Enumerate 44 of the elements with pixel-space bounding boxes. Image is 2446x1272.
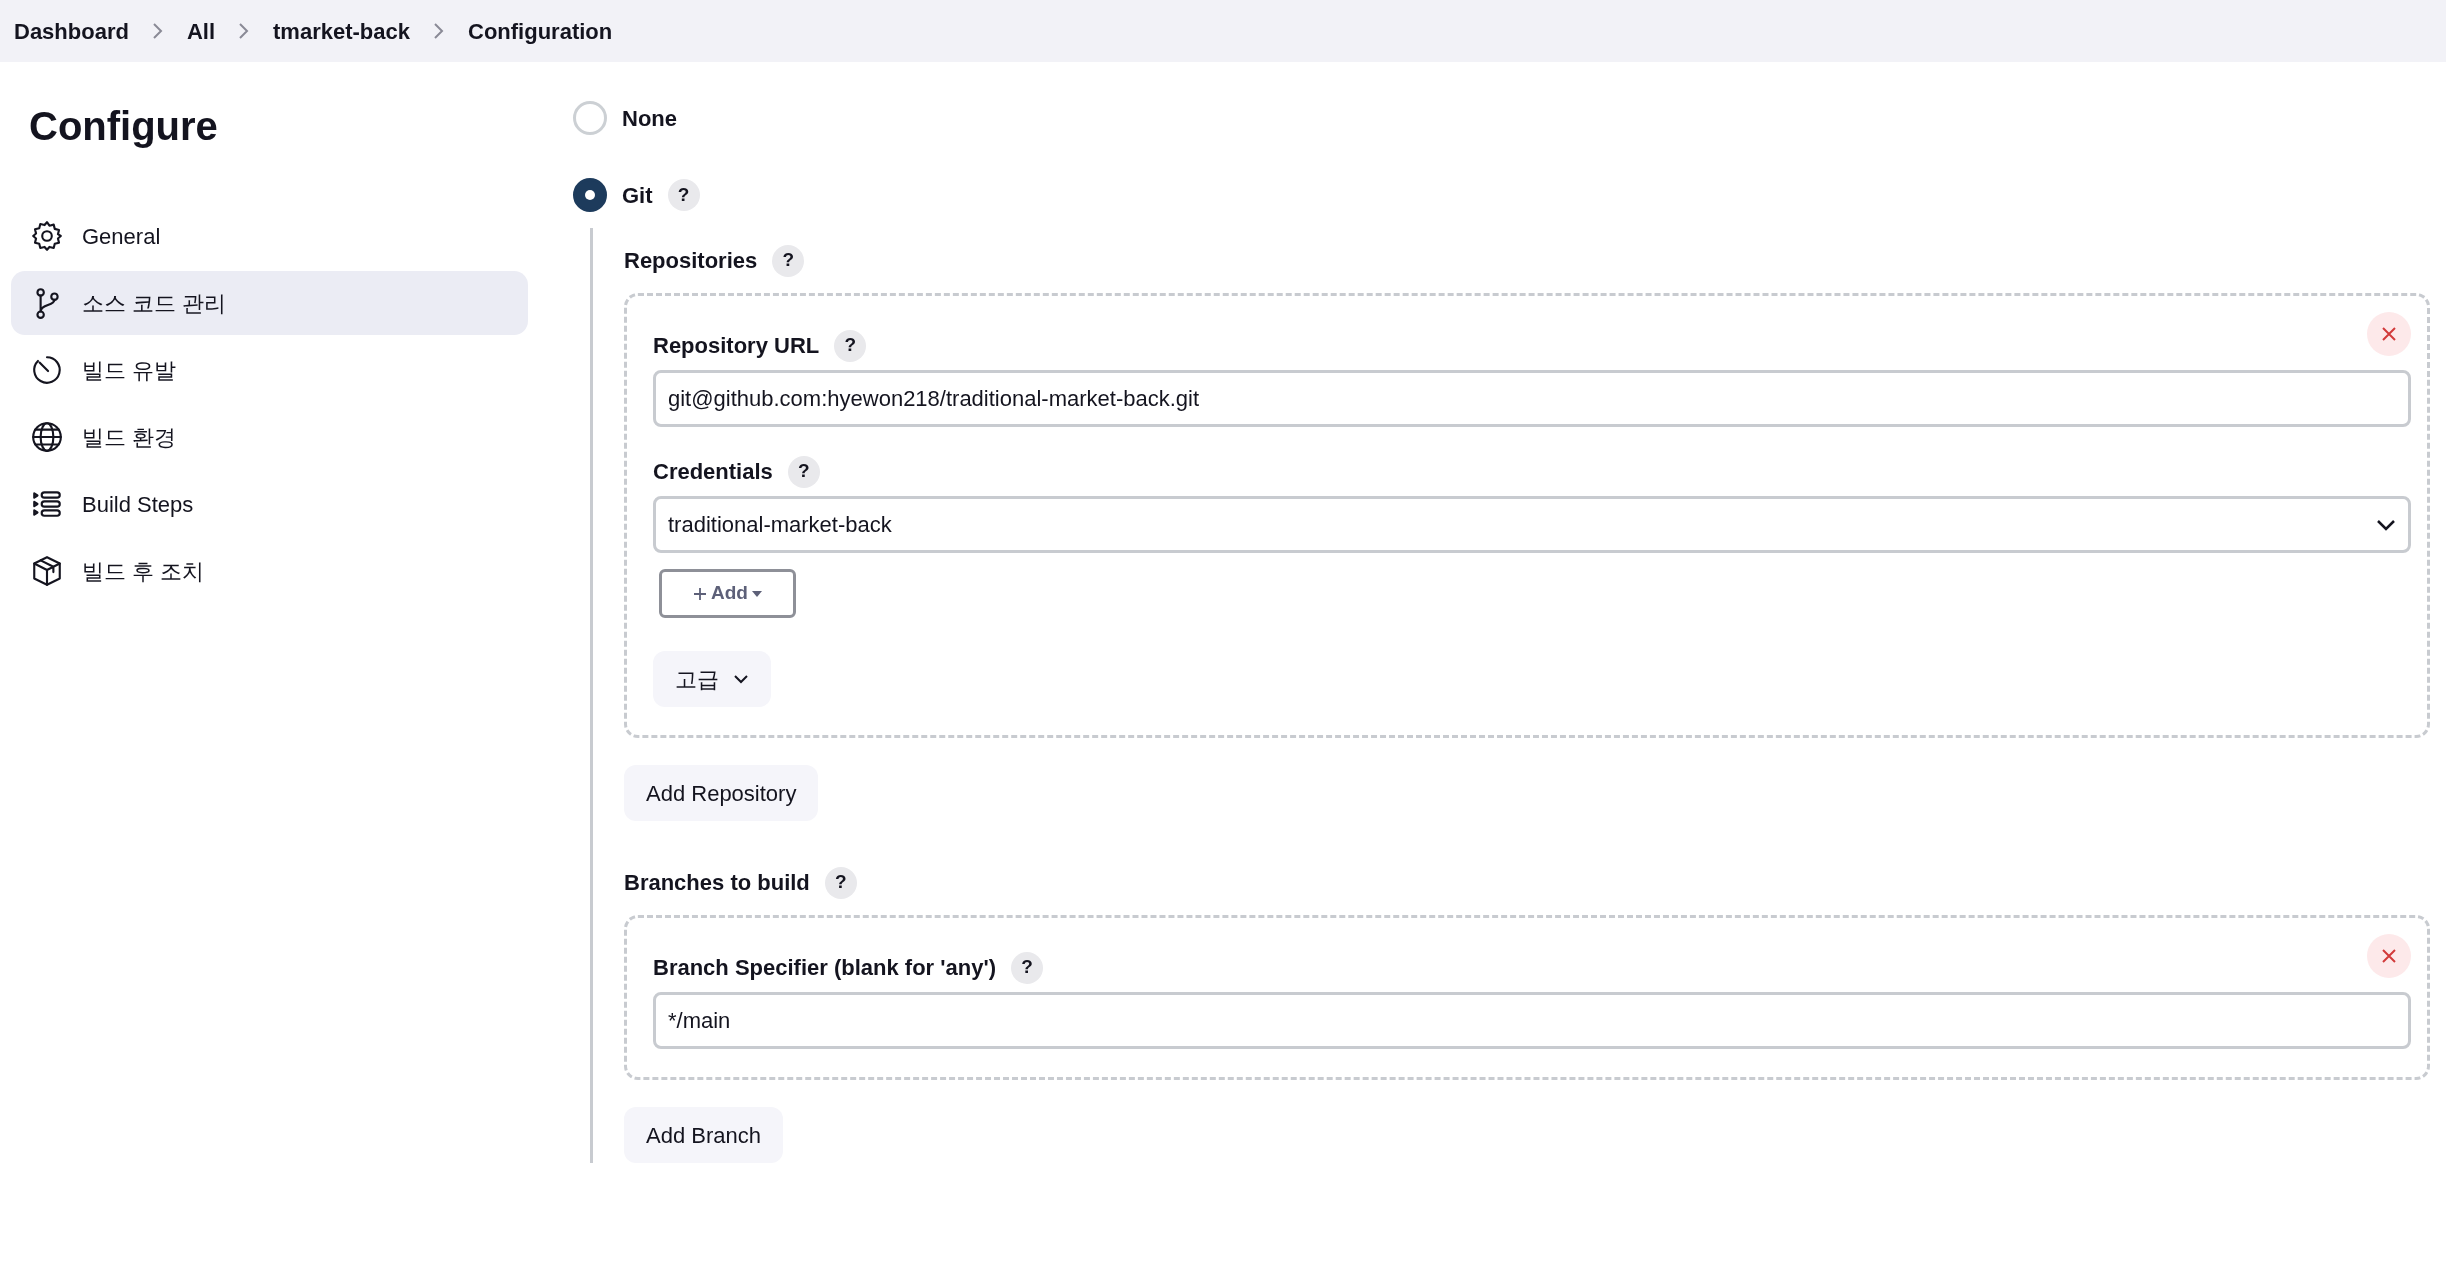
breadcrumb-link[interactable]: Dashboard [14,14,129,48]
close-icon [2381,326,2397,342]
section-label: Repositories [624,247,758,275]
help-button[interactable]: ? [787,455,820,488]
globe-icon [30,420,64,454]
branch-input-field[interactable]: */main [653,992,2411,1049]
sidebar-item[interactable]: General [11,204,528,268]
page-title: Configure [29,103,219,150]
timer-icon [30,353,64,387]
add-repository-button[interactable]: Add Repository [624,765,819,821]
sidebar-item[interactable]: 빌드 후 조치 [11,539,528,603]
delete-button[interactable] [2367,934,2411,978]
help-button[interactable]: ? [772,244,805,277]
delete-button[interactable] [2367,312,2411,356]
section-label: Branches to build [624,869,810,897]
url-input-field[interactable]: git@github.com:hyewon218/traditional-market-back.git [653,370,2411,427]
sidebar-item[interactable]: Build Steps [11,472,528,536]
option-label: Git [622,181,653,210]
sidebar-item[interactable]: 소스 코드 관리 [11,271,528,335]
credentials-dropdown[interactable]: traditional-market-back [653,496,2411,553]
help-button[interactable]: ? [1011,951,1043,984]
package-icon [30,554,64,588]
option-label: None [622,104,677,133]
caret-icon [751,590,762,597]
close-icon [2381,948,2397,964]
field-label: Branch Specifier (blank for 'any') [653,954,996,982]
sidebar-item[interactable]: 빌드 환경 [11,405,528,469]
breadcrumb-link[interactable]: All [186,14,216,48]
radio-button[interactable] [573,178,607,212]
chevron-down-icon [2376,518,2396,531]
sidebar-item[interactable]: 빌드 유발 [11,338,528,402]
add-credentials-button[interactable]: Add [659,569,796,618]
breadcrumb-link[interactable]: Configuration [468,14,613,48]
help-button[interactable]: ? [834,329,867,362]
field-label: Credentials [653,458,773,486]
gear-icon [30,219,64,253]
help-button[interactable]: ? [824,866,857,899]
advanced-button[interactable]: 고급 [653,651,771,707]
plus-icon [693,586,708,601]
breadcrumb-link[interactable]: tmarket-back [273,14,410,48]
help-button[interactable]: ? [667,179,700,211]
chevron-down-icon [733,674,749,684]
add-branch-button[interactable]: Add Branch [624,1107,783,1163]
field-label: Repository URL [653,332,820,360]
